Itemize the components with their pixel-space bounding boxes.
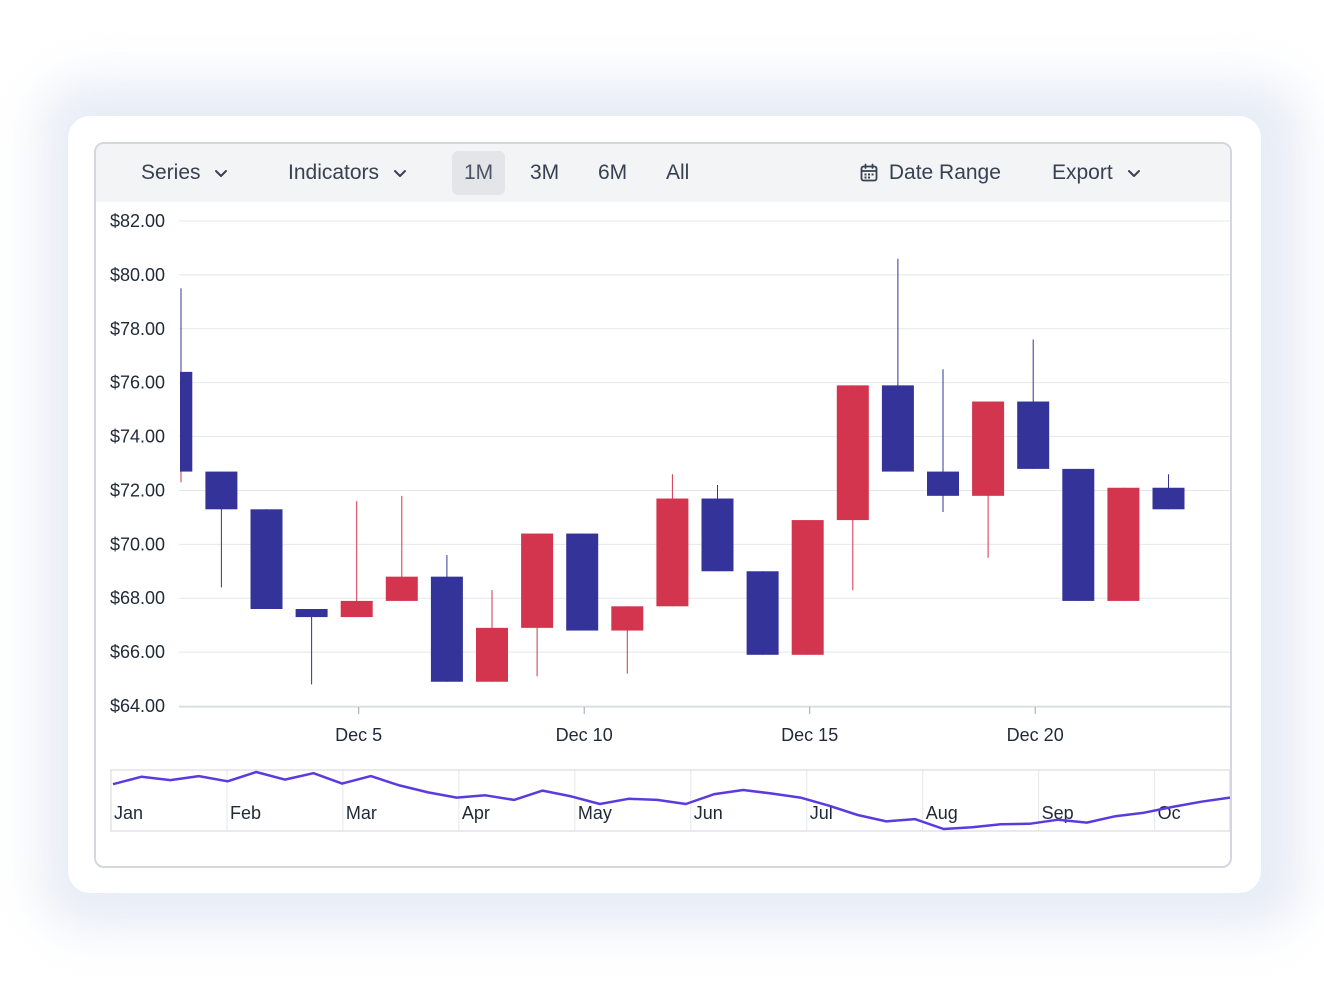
stock-chart-widget: Series Indicators 1M 3M 6M All Date Rang…	[94, 142, 1232, 868]
candle[interactable]	[1062, 468, 1095, 601]
navigator[interactable]: Jan Feb Mar Apr May Jun Jul Aug Sep Oc	[110, 769, 1230, 832]
navigator-month-label: Feb	[230, 803, 261, 823]
candle[interactable]	[746, 571, 779, 655]
navigator-month-label: Apr	[462, 803, 490, 823]
candle[interactable]	[972, 401, 1005, 558]
candle[interactable]	[476, 590, 508, 682]
candlestick-chart: $82.00 $80.00 $78.00 $76.00 $74.00 $72.00 $70.…	[110, 211, 1230, 832]
candle-body	[746, 571, 779, 655]
y-tick-label: $70.00	[110, 534, 165, 554]
candle-body	[836, 385, 869, 521]
candle-body	[1107, 487, 1140, 601]
navigator-month-label: Aug	[926, 803, 958, 823]
candle-body	[566, 533, 599, 631]
y-tick-label: $76.00	[110, 373, 165, 393]
candle[interactable]	[881, 258, 914, 472]
y-tick-label: $74.00	[110, 427, 165, 447]
y-tick-label: $82.00	[110, 211, 165, 231]
x-tick-label: Dec 5	[335, 725, 382, 745]
candle[interactable]	[1152, 474, 1185, 510]
grid-lines	[179, 220, 1230, 708]
candle-body	[295, 609, 328, 618]
candle-body	[791, 520, 824, 655]
candle-body	[180, 371, 193, 472]
navigator-month-label: May	[578, 803, 612, 823]
candle-body	[927, 471, 959, 496]
candle[interactable]	[250, 509, 283, 609]
candle-body	[656, 498, 689, 607]
candle[interactable]	[205, 471, 238, 588]
x-tick-label: Dec 15	[781, 725, 838, 745]
candle[interactable]	[791, 520, 824, 655]
y-tick-label: $78.00	[110, 319, 165, 339]
candle[interactable]	[701, 485, 734, 572]
candle[interactable]	[1017, 339, 1050, 469]
candle-body	[881, 385, 914, 472]
candle-body	[385, 576, 418, 601]
y-axis: $82.00 $80.00 $78.00 $76.00 $74.00 $72.00 $70.…	[110, 211, 165, 716]
candle[interactable]	[1107, 487, 1140, 601]
candle-body	[430, 576, 463, 682]
candle[interactable]	[521, 533, 554, 677]
candle-body	[1062, 468, 1095, 601]
candle[interactable]	[430, 555, 463, 682]
candle-body	[611, 606, 644, 631]
candle-body	[972, 401, 1005, 496]
candle[interactable]	[611, 606, 644, 674]
candle-body	[701, 498, 734, 572]
candle[interactable]	[836, 385, 869, 591]
y-tick-label: $66.00	[110, 642, 165, 662]
candle[interactable]	[295, 609, 328, 685]
candle[interactable]	[927, 369, 959, 512]
x-tick-label: Dec 20	[1007, 725, 1064, 745]
x-axis: Dec 5 Dec 10 Dec 15 Dec 20	[335, 707, 1064, 745]
candle-body	[1152, 487, 1185, 510]
navigator-month-label: Mar	[346, 803, 377, 823]
candle-body	[476, 627, 508, 682]
candle[interactable]	[656, 474, 689, 607]
candle[interactable]	[340, 501, 373, 618]
navigator-month-label: Jun	[694, 803, 723, 823]
candle-body	[1017, 401, 1050, 469]
candle-body	[521, 533, 554, 628]
y-tick-label: $72.00	[110, 480, 165, 500]
candle[interactable]	[180, 288, 193, 472]
navigator-month-label: Jan	[114, 803, 143, 823]
candle-body	[205, 471, 238, 510]
x-tick-label: Dec 10	[556, 725, 613, 745]
y-tick-label: $80.00	[110, 265, 165, 285]
candle[interactable]	[566, 533, 599, 631]
candle-body	[250, 509, 283, 609]
y-tick-label: $64.00	[110, 696, 165, 716]
y-tick-label: $68.00	[110, 588, 165, 608]
candle-body	[340, 600, 373, 618]
candle[interactable]	[385, 495, 418, 601]
candles	[180, 258, 1185, 685]
